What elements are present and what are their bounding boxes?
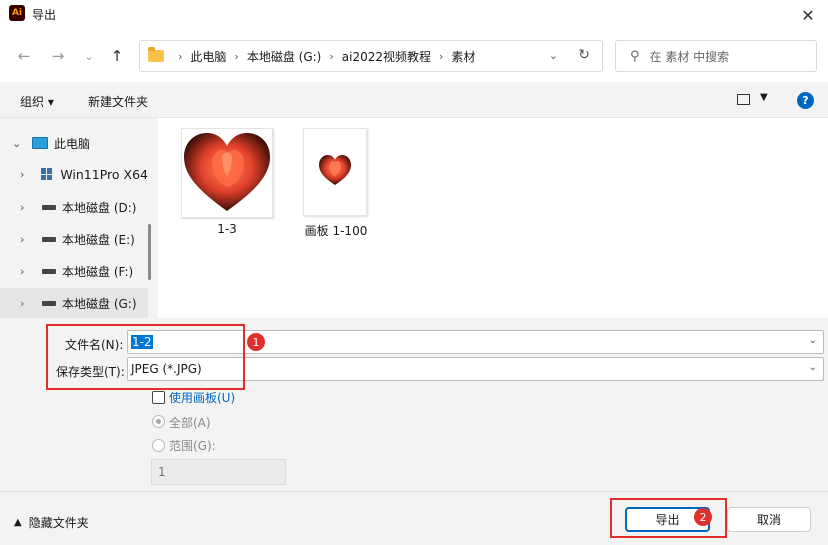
file-name-label[interactable]: 画板 1-100 (291, 222, 381, 239)
title-bar: Ai 导出 ✕ (0, 0, 828, 30)
radio-range-label: 范围(G): (169, 439, 216, 453)
view-mode-caret-icon[interactable]: ▼ (760, 92, 768, 103)
step-badge-2: 2 (694, 508, 712, 526)
hide-folders-label: 隐藏文件夹 (28, 516, 89, 530)
use-artboards-label[interactable]: 使用画板(U) (169, 389, 235, 406)
breadcrumb-separator: › (439, 49, 444, 63)
sidebar-item-label: Win11Pro X64 (60, 166, 148, 182)
navigation-bar: ← → ⌄ ↑ › 此电脑 › 本地磁盘 (G:) › ai2022视频教程 ›… (0, 30, 828, 82)
radio-all[interactable] (152, 415, 165, 428)
address-dropdown-chevron-icon[interactable]: ⌄ (549, 49, 558, 62)
file-thumbnail-artboard[interactable] (303, 128, 367, 216)
sidebar-item-drive-g[interactable]: › 本地磁盘 (G:) (0, 288, 148, 318)
hide-folders-button[interactable]: ▲ 隐藏文件夹 (14, 514, 89, 531)
radio-all-label: 全部(A) (169, 416, 211, 430)
chevron-up-icon: ▲ (14, 517, 22, 528)
heart-tulip-small-image (319, 155, 351, 185)
cancel-button[interactable]: 取消 (727, 507, 811, 532)
view-mode-icon[interactable] (737, 94, 750, 105)
sidebar-item-label: 此电脑 (54, 136, 91, 151)
chevron-right-icon[interactable]: › (20, 265, 32, 278)
chevron-down-icon[interactable]: ⌄ (809, 335, 817, 346)
file-thumbnail-1-3[interactable] (181, 128, 273, 218)
breadcrumb-materials[interactable]: 素材 (451, 48, 475, 65)
refresh-icon[interactable]: ↻ (578, 47, 590, 63)
breadcrumb-separator: › (178, 49, 183, 63)
command-toolbar: 组织 ▾ 新建文件夹 ▼ ? (0, 82, 828, 118)
search-icon: ⚲ (630, 48, 640, 64)
sidebar-item-label: 本地磁盘 (F:) (62, 264, 134, 279)
breadcrumb-separator: › (329, 49, 334, 63)
organize-menu-button[interactable]: 组织 ▾ (20, 93, 54, 110)
address-bar[interactable]: › 此电脑 › 本地磁盘 (G:) › ai2022视频教程 › 素材 ⌄ ↻ (139, 40, 603, 72)
chevron-down-icon[interactable]: ⌄ (809, 362, 817, 373)
breadcrumb-this-pc[interactable]: 此电脑 (190, 48, 226, 65)
divider (0, 491, 828, 492)
sidebar-item-drive-d[interactable]: › 本地磁盘 (D:) (0, 192, 148, 222)
window-title: 导出 (32, 8, 57, 22)
sidebar-item-win11pro[interactable]: › Win11Pro X64 (0, 159, 148, 189)
chevron-right-icon[interactable]: › (20, 201, 32, 214)
sidebar-item-drive-f[interactable]: › 本地磁盘 (F:) (0, 256, 148, 286)
new-folder-button[interactable]: 新建文件夹 (88, 93, 148, 110)
file-name-label[interactable]: 1-3 (182, 222, 272, 236)
search-placeholder: 在 素材 中搜索 (649, 49, 730, 64)
drive-icon (42, 236, 56, 242)
illustrator-app-icon: Ai (9, 5, 25, 21)
drive-icon (42, 268, 56, 274)
drive-icon (42, 204, 56, 210)
search-box[interactable]: ⚲ 在 素材 中搜索 (615, 40, 817, 72)
use-artboards-checkbox[interactable] (152, 391, 165, 404)
up-arrow-icon[interactable]: ↑ (106, 46, 128, 66)
save-options-panel: 文件名(N): 1-2 ⌄ 保存类型(T): JPEG (*.JPG) ⌄ 1 … (0, 318, 828, 545)
help-icon[interactable]: ? (797, 92, 814, 109)
chevron-right-icon[interactable]: › (20, 168, 31, 181)
range-input[interactable]: 1 (151, 459, 286, 485)
sidebar-item-label: 本地磁盘 (D:) (62, 200, 137, 215)
back-arrow-icon[interactable]: ← (13, 46, 35, 66)
computer-icon (32, 137, 48, 149)
navigation-pane: ⌄ 此电脑 › Win11Pro X64 › 本地磁盘 (D:) › 本地磁盘 … (0, 118, 158, 318)
drive-icon (42, 300, 56, 306)
file-list: 1-3 画板 1-100 (158, 118, 828, 318)
sidebar-item-label: 本地磁盘 (E:) (62, 232, 135, 247)
chevron-right-icon[interactable]: › (20, 297, 32, 310)
close-button[interactable]: ✕ (788, 0, 828, 30)
sidebar-item-drive-e[interactable]: › 本地磁盘 (E:) (0, 224, 148, 254)
highlight-box-filename (46, 324, 245, 390)
recent-locations-chevron-icon[interactable]: ⌄ (78, 46, 100, 66)
windows-drive-icon (41, 168, 53, 180)
breadcrumb-tutorial-folder[interactable]: ai2022视频教程 (342, 48, 431, 65)
forward-arrow-icon[interactable]: → (47, 46, 69, 66)
breadcrumb-drive-g[interactable]: 本地磁盘 (G:) (247, 48, 322, 65)
sidebar-item-this-pc[interactable]: ⌄ 此电脑 (0, 128, 148, 158)
chevron-down-icon[interactable]: ⌄ (12, 137, 24, 150)
breadcrumb-separator: › (234, 49, 239, 63)
folder-icon (148, 47, 164, 62)
heart-tulip-image (184, 133, 270, 211)
radio-range[interactable] (152, 439, 165, 452)
step-badge-1: 1 (247, 333, 265, 351)
chevron-right-icon[interactable]: › (20, 233, 32, 246)
sidebar-item-label: 本地磁盘 (G:) (62, 296, 137, 311)
sidebar-scrollbar[interactable] (148, 224, 151, 280)
